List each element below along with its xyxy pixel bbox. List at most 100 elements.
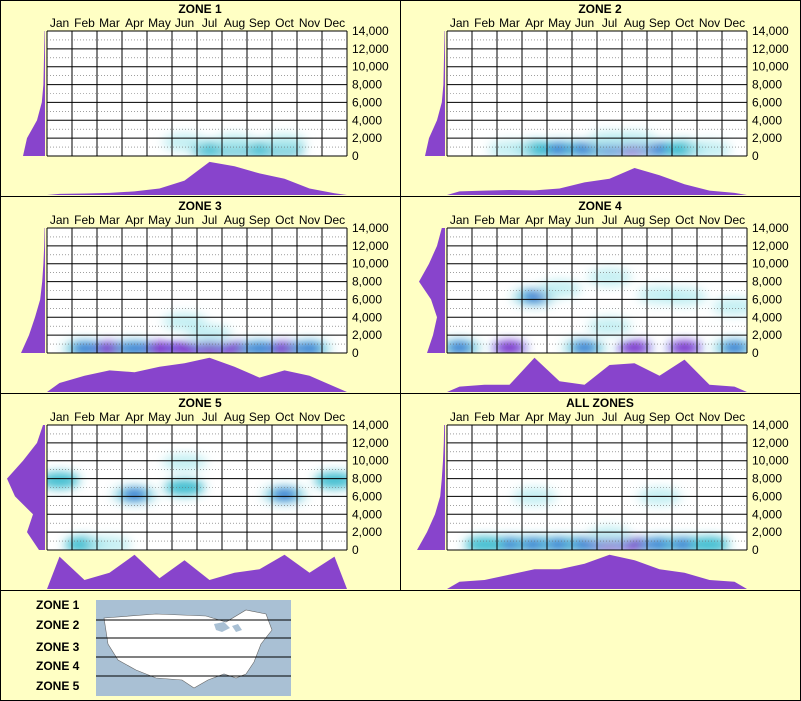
month-label: Sep bbox=[649, 16, 671, 30]
month-label: Jun bbox=[175, 16, 194, 30]
month-label: Sep bbox=[649, 410, 671, 424]
ytick-label: 4,000 bbox=[752, 310, 782, 324]
month-label: Jun bbox=[175, 213, 194, 227]
ytick-label: 2,000 bbox=[352, 328, 382, 342]
month-label: Mar bbox=[499, 213, 520, 227]
month-label: Jun bbox=[575, 213, 594, 227]
legend-zone-3: ZONE 3 bbox=[36, 640, 80, 654]
month-label: Aug bbox=[624, 16, 645, 30]
month-label: Jul bbox=[202, 16, 217, 30]
month-label: Mar bbox=[499, 410, 520, 424]
ytick-label: 0 bbox=[352, 543, 359, 557]
month-label: Jan bbox=[450, 213, 469, 227]
month-label: Sep bbox=[249, 213, 271, 227]
heat-cell bbox=[612, 130, 657, 149]
month-label: Sep bbox=[649, 213, 671, 227]
heat-cell-halo bbox=[262, 485, 307, 504]
heat-cell bbox=[587, 268, 632, 287]
month-label: Dec bbox=[324, 410, 345, 424]
month-label: Jul bbox=[202, 410, 217, 424]
ytick-label: 10,000 bbox=[752, 454, 789, 468]
month-label: Jul bbox=[602, 410, 617, 424]
month-label: Nov bbox=[699, 213, 720, 227]
ytick-label: 4,000 bbox=[352, 507, 382, 521]
heat-cell bbox=[712, 297, 747, 316]
month-label: Jun bbox=[175, 410, 194, 424]
ytick-label: 4,000 bbox=[352, 310, 382, 324]
month-label: May bbox=[148, 213, 171, 227]
ytick-label: 10,000 bbox=[352, 257, 389, 271]
panel-title: ZONE 4 bbox=[578, 199, 622, 213]
month-label: Apr bbox=[125, 410, 144, 424]
month-label: Nov bbox=[299, 16, 320, 30]
ytick-label: 10,000 bbox=[352, 454, 389, 468]
ytick-label: 8,000 bbox=[352, 472, 382, 486]
month-label: Oct bbox=[675, 16, 694, 30]
ytick-label: 6,000 bbox=[752, 489, 782, 503]
month-label: May bbox=[148, 410, 171, 424]
ytick-label: 2,000 bbox=[352, 525, 382, 539]
ytick-label: 0 bbox=[752, 149, 759, 163]
month-label: Feb bbox=[74, 16, 95, 30]
month-label: May bbox=[548, 213, 571, 227]
panel-title: ZONE 3 bbox=[178, 199, 222, 213]
panel-4: ZONE 4 Jan Feb Mar Apr May Jun Jul Aug Sep Oct Nov D… bbox=[419, 199, 789, 392]
month-label: Dec bbox=[324, 213, 345, 227]
heat-cell bbox=[314, 472, 347, 489]
ytick-label: 0 bbox=[352, 149, 359, 163]
month-label: May bbox=[148, 16, 171, 30]
heat-cell bbox=[47, 472, 80, 489]
heat-cell-halo bbox=[712, 338, 747, 353]
month-profile bbox=[447, 357, 747, 392]
ytick-label: 2,000 bbox=[352, 131, 382, 145]
month-label: Aug bbox=[224, 213, 245, 227]
month-label: May bbox=[548, 16, 571, 30]
month-label: Mar bbox=[99, 410, 120, 424]
month-label: Nov bbox=[299, 410, 320, 424]
ytick-label: 14,000 bbox=[352, 221, 389, 235]
ytick-label: 2,000 bbox=[752, 525, 782, 539]
ytick-label: 4,000 bbox=[752, 113, 782, 127]
ytick-label: 6,000 bbox=[352, 292, 382, 306]
legend-zone-2: ZONE 2 bbox=[36, 618, 80, 632]
month-label: Mar bbox=[99, 213, 120, 227]
month-label: Mar bbox=[499, 16, 520, 30]
month-label: Oct bbox=[675, 410, 694, 424]
month-profile bbox=[47, 357, 347, 392]
panel-3: ZONE 3 Jan Feb Mar Apr May Jun Jul Aug Sep Oct Nov D… bbox=[21, 199, 389, 392]
month-label: Aug bbox=[224, 410, 245, 424]
month-label: Nov bbox=[699, 410, 720, 424]
ytick-label: 14,000 bbox=[752, 24, 789, 38]
month-label: Sep bbox=[249, 16, 271, 30]
elevation-profile bbox=[21, 228, 45, 353]
month-label: Mar bbox=[99, 16, 120, 30]
month-profile bbox=[47, 161, 347, 195]
ytick-label: 10,000 bbox=[352, 60, 389, 74]
ytick-label: 12,000 bbox=[752, 42, 789, 56]
elevation-profile bbox=[417, 425, 445, 550]
month-label: Jun bbox=[575, 16, 594, 30]
heat-cell bbox=[162, 133, 207, 152]
month-label: Apr bbox=[525, 16, 544, 30]
heat-cell-halo bbox=[562, 338, 607, 353]
month-label: Oct bbox=[275, 410, 294, 424]
ytick-label: 6,000 bbox=[752, 95, 782, 109]
ytick-label: 0 bbox=[752, 543, 759, 557]
heat-cell bbox=[87, 535, 132, 550]
month-label: Apr bbox=[525, 410, 544, 424]
ytick-label: 14,000 bbox=[752, 418, 789, 432]
heat-cell bbox=[187, 324, 232, 343]
ytick-label: 14,000 bbox=[752, 221, 789, 235]
month-label: Aug bbox=[624, 213, 645, 227]
ytick-label: 10,000 bbox=[752, 60, 789, 74]
ytick-label: 12,000 bbox=[352, 42, 389, 56]
month-label: Dec bbox=[724, 16, 745, 30]
ytick-label: 8,000 bbox=[752, 78, 782, 92]
panel-title: ALL ZONES bbox=[566, 396, 634, 410]
panel-5: ZONE 5 Jan Feb Mar Apr May Jun Jul Aug Sep Oct Nov D… bbox=[7, 396, 389, 589]
ytick-label: 8,000 bbox=[352, 275, 382, 289]
month-label: Apr bbox=[525, 213, 544, 227]
month-label: Aug bbox=[224, 16, 245, 30]
month-label: Dec bbox=[724, 213, 745, 227]
panel-6: ALL ZONES Jan Feb Mar Apr May Jun Jul Aug Sep Oct N… bbox=[417, 396, 789, 589]
